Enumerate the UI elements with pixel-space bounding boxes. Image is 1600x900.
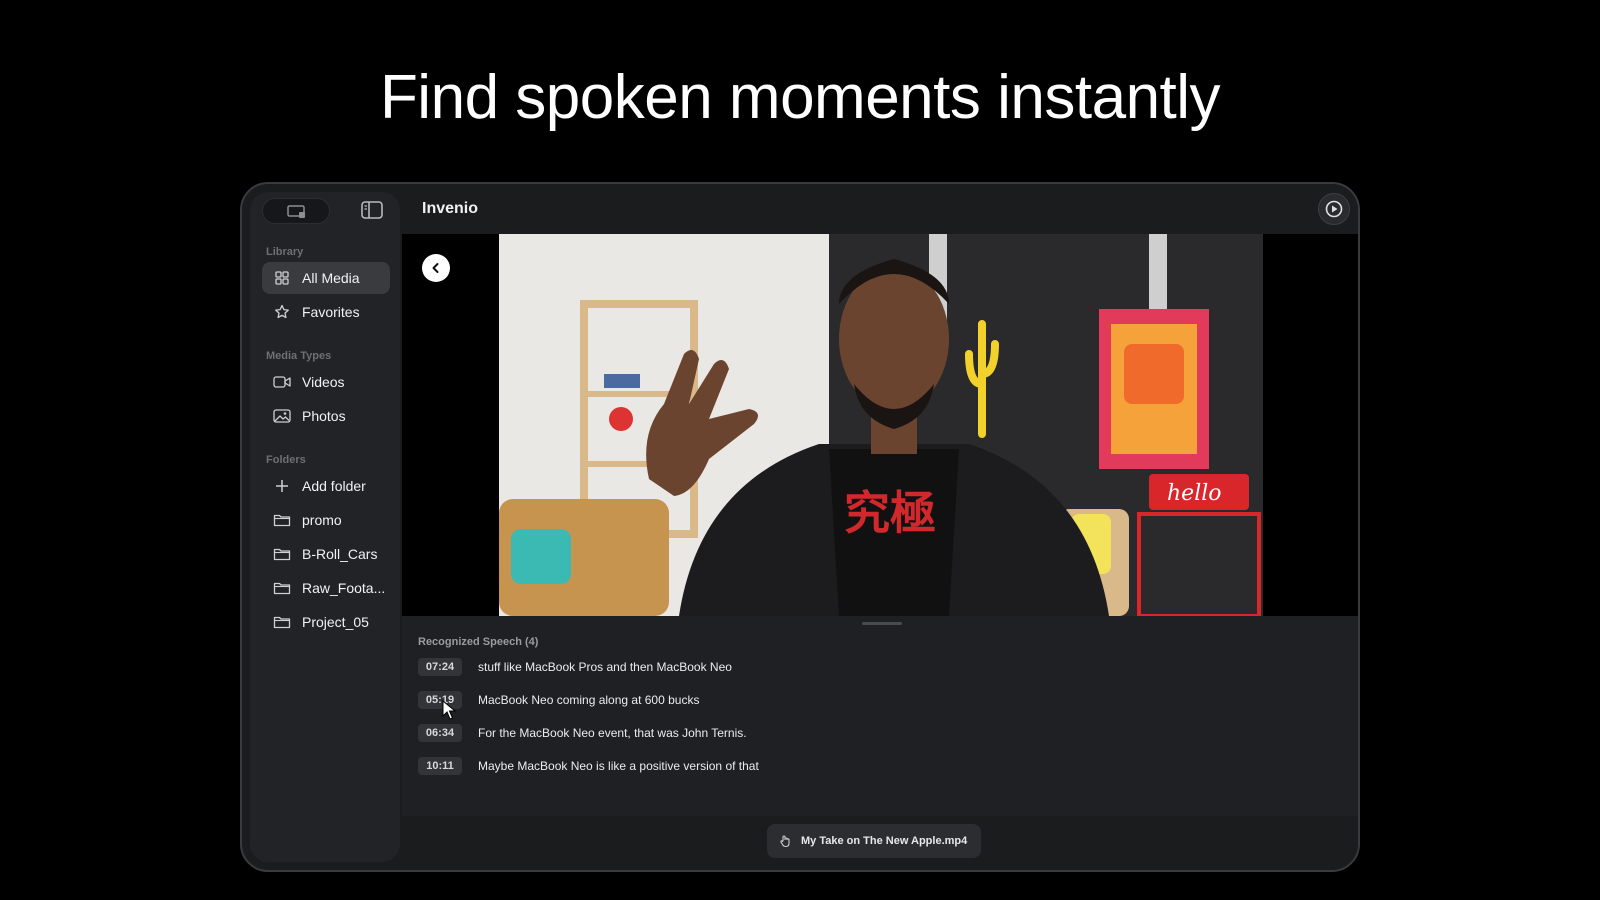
speech-result-row[interactable]: 06:34 For the MacBook Neo event, that wa… (418, 722, 747, 744)
sidebar-toolbar (250, 192, 400, 228)
sidebar-item-folder-b-roll-cars[interactable]: B-Roll_Cars (262, 538, 390, 570)
video-player[interactable]: hello 究極 (402, 234, 1358, 616)
folder-icon (272, 612, 292, 632)
sidebar-toggle-icon[interactable] (361, 201, 383, 219)
sidebar-item-photos[interactable]: Photos (262, 400, 390, 432)
speech-text: MacBook Neo coming along at 600 bucks (478, 693, 700, 707)
timestamp-badge[interactable]: 06:34 (418, 724, 462, 742)
sidebar-item-all-media[interactable]: All Media (262, 262, 390, 294)
current-file-chip[interactable]: My Take on The New Apple.mp4 (767, 824, 982, 858)
photo-icon (272, 406, 292, 426)
sidebar-item-folder-promo[interactable]: promo (262, 504, 390, 536)
sidebar-item-label: All Media (302, 270, 360, 286)
sidebar-item-label: Favorites (302, 304, 360, 320)
section-label-library: Library (266, 246, 304, 258)
settings-button[interactable] (1318, 193, 1350, 225)
video-still-image: hello 究極 (499, 234, 1263, 616)
plus-icon (272, 476, 292, 496)
section-label-folders: Folders (266, 454, 306, 466)
sidebar-item-label: Photos (302, 408, 346, 424)
video-camera-icon (272, 372, 292, 392)
sidebar: Library All Media Favorites Media Types … (250, 192, 400, 862)
app-window: Library All Media Favorites Media Types … (240, 182, 1360, 872)
svg-text:究極: 究極 (844, 486, 936, 540)
gear-icon (1325, 200, 1343, 218)
sidebar-item-folder-raw-footage[interactable]: Raw_Foota... (262, 572, 390, 604)
headline: Find spoken moments instantly (379, 63, 1221, 132)
title-bar: Invenio (402, 184, 1358, 234)
speech-text: stuff like MacBook Pros and then MacBook… (478, 660, 732, 674)
sidebar-item-favorites[interactable]: Favorites (262, 296, 390, 328)
speech-result-row[interactable]: 07:24 stuff like MacBook Pros and then M… (418, 656, 732, 678)
sidebar-item-label: Add folder (302, 478, 366, 494)
video-frame: hello 究極 (499, 234, 1263, 616)
chevron-left-icon (432, 263, 439, 273)
folder-icon (272, 578, 292, 598)
app-title: Invenio (422, 200, 479, 217)
resize-handle[interactable] (862, 622, 902, 625)
speech-result-row[interactable]: 10:11 Maybe MacBook Neo is like a positi… (418, 755, 759, 777)
svg-text:hello: hello (1167, 481, 1222, 506)
speech-text: For the MacBook Neo event, that was John… (478, 726, 747, 740)
timestamp-badge[interactable]: 10:11 (418, 757, 462, 775)
back-button[interactable] (422, 254, 450, 282)
sidebar-item-folder-project-05[interactable]: Project_05 (262, 606, 390, 638)
mouse-pointer-icon (442, 700, 456, 720)
sidebar-item-label: Raw_Foota... (302, 580, 386, 596)
sidebar-mode-button[interactable] (262, 198, 330, 224)
sidebar-item-videos[interactable]: Videos (262, 366, 390, 398)
speech-result-row[interactable]: 05:19 MacBook Neo coming along at 600 bu… (418, 689, 699, 711)
display-icon (287, 205, 305, 218)
speech-text: Maybe MacBook Neo is like a positive ver… (478, 759, 759, 773)
add-folder-button[interactable]: Add folder (262, 470, 390, 502)
section-label-media-types: Media Types (266, 350, 332, 362)
sidebar-item-label: Project_05 (302, 614, 369, 630)
speech-panel-title: Recognized Speech (4) (418, 636, 539, 648)
sidebar-item-label: Videos (302, 374, 345, 390)
star-icon (272, 302, 292, 322)
grid-icon (272, 268, 292, 288)
sidebar-item-label: promo (302, 512, 342, 528)
file-name: My Take on The New Apple.mp4 (801, 835, 968, 847)
footer-bar: My Take on The New Apple.mp4 (402, 816, 1358, 870)
folder-icon (272, 544, 292, 564)
folder-icon (272, 510, 292, 530)
sidebar-item-label: B-Roll_Cars (302, 546, 378, 562)
recognized-speech-panel: Recognized Speech (4) 07:24 stuff like M… (402, 616, 1358, 816)
hand-pointer-icon (779, 834, 793, 848)
timestamp-badge[interactable]: 07:24 (418, 658, 462, 676)
